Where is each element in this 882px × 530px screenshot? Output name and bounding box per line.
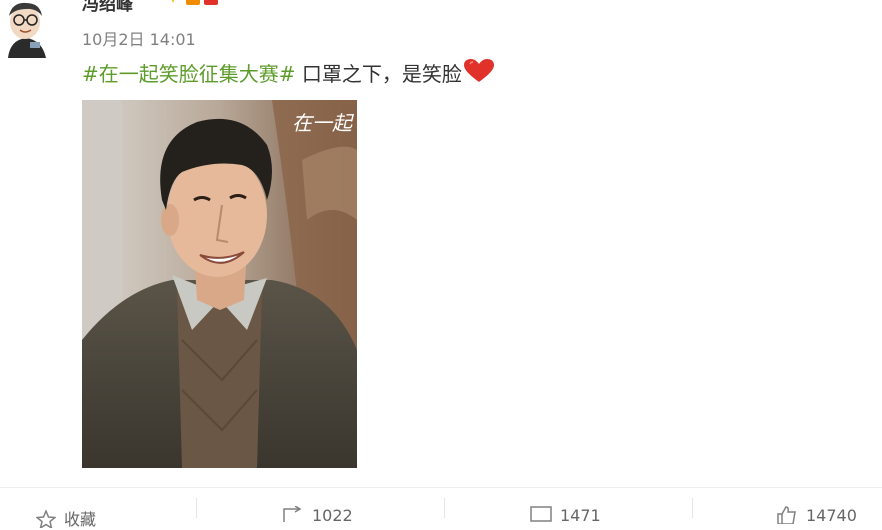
photo-watermark: 在一起 xyxy=(292,111,355,135)
post-text: #在一起笑脸征集大赛# 口罩之下，是笑脸 xyxy=(82,58,494,88)
comment-icon xyxy=(530,506,552,522)
post-timestamp[interactable]: 10月2日 14:01 xyxy=(82,26,196,50)
action-separator xyxy=(444,498,445,518)
thumbs-up-icon xyxy=(777,506,796,525)
action-bar-divider xyxy=(0,487,882,488)
member-badge-icon xyxy=(204,0,218,5)
action-separator xyxy=(196,498,197,518)
post-body: 口罩之下，是笑脸 xyxy=(295,62,462,86)
hashtag-link[interactable]: #在一起笑脸征集大赛# xyxy=(82,62,296,86)
post-photo[interactable]: 在一起 xyxy=(82,100,357,468)
author-avatar[interactable] xyxy=(0,0,54,58)
action-separator xyxy=(692,498,693,518)
vip-badge-icon xyxy=(186,0,200,5)
heart-icon xyxy=(463,59,494,88)
user-badges[interactable] xyxy=(164,0,254,8)
repost-icon xyxy=(283,505,302,522)
star-icon xyxy=(35,509,57,530)
author-name[interactable]: 冯绍峰 xyxy=(82,0,133,15)
favorite-button[interactable]: 收藏 xyxy=(35,506,96,530)
verified-v-icon xyxy=(171,0,175,3)
